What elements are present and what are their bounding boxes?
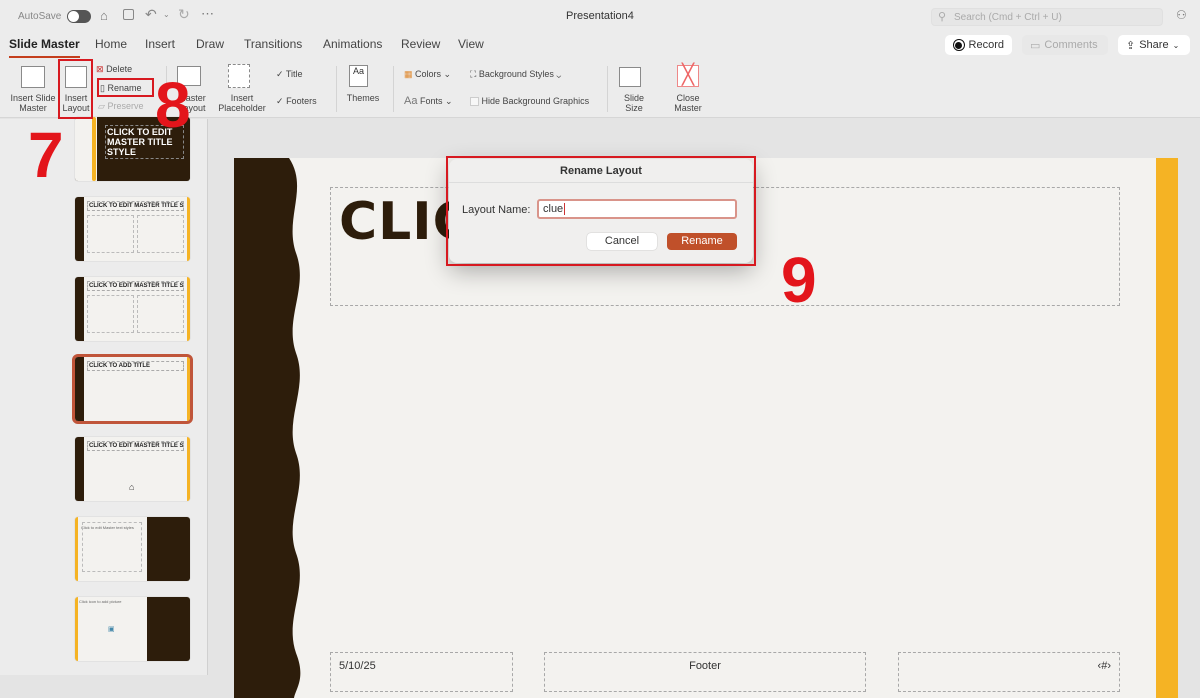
footer-text: Footer	[689, 660, 721, 672]
insert-placeholder-icon	[228, 64, 250, 88]
share-label: Share	[1139, 39, 1169, 51]
thumbnail-layout[interactable]: CLICK TO EDIT MASTER TITLE STYLE ⌂	[75, 437, 190, 501]
thumbnail-title: CLICK TO ADD TITLE	[87, 361, 184, 371]
comment-icon: ▭	[1030, 39, 1041, 52]
thumbnail-layout[interactable]: CLICK TO EDIT MASTER TITLE STYLE	[75, 197, 190, 261]
save-icon[interactable]	[123, 9, 134, 20]
home-icon: ⌂	[129, 482, 135, 492]
tab-draw[interactable]: Draw	[196, 37, 224, 51]
fonts-icon: Aa	[404, 95, 418, 107]
thumbnail-title: CLICK TO EDIT MASTER TITLE STYLE	[87, 281, 184, 291]
colors-icon: ▦	[404, 69, 413, 79]
close-master-button[interactable]: Close Master	[668, 93, 708, 113]
autosave-label: AutoSave	[18, 11, 62, 22]
annotation-box-insert-layout	[58, 59, 93, 119]
checkmark-icon: ✓	[276, 96, 284, 106]
thumbnail-title: Click icon to add picture	[79, 599, 122, 604]
themes-icon: Aa	[349, 65, 368, 87]
annotation-step-9: 9	[781, 244, 817, 316]
share-icon: ⇪	[1126, 39, 1136, 52]
tab-review[interactable]: Review	[401, 37, 440, 51]
background-styles-dropdown[interactable]: ⛶ Background Styles ⌄	[470, 69, 561, 79]
slide-thumbnail-panel[interactable]: CLICK TO EDIT MASTER TITLE STYLE CLICK T…	[0, 117, 208, 675]
annotation-box-dialog	[446, 156, 756, 266]
checkmark-icon: ✓	[276, 69, 284, 79]
delete-button[interactable]: ⊠ Delete	[96, 64, 132, 74]
background-styles-icon: ⛶	[470, 69, 477, 79]
footer-placeholder[interactable]: Footer	[544, 652, 866, 692]
tab-home[interactable]: Home	[95, 37, 127, 51]
yellow-accent-bar	[1156, 158, 1178, 698]
thumbnail-title: CLICK TO EDIT MASTER TITLE STYLE	[87, 201, 184, 211]
redo-icon[interactable]: ↻	[178, 6, 190, 23]
slide-size-button[interactable]: Slide Size	[615, 93, 653, 113]
undo-icon[interactable]: ↶	[145, 6, 157, 23]
tab-transitions[interactable]: Transitions	[244, 37, 302, 51]
date-text: 5/10/25	[339, 660, 376, 672]
preserve-icon: ▱	[98, 101, 105, 111]
annotation-box-rename	[97, 78, 154, 97]
tab-slide-master[interactable]: Slide Master	[9, 37, 80, 58]
thumbnail-layout[interactable]: CLICK TO EDIT MASTER TITLE STYLE	[75, 277, 190, 341]
search-icon: ⚲	[938, 11, 947, 23]
undo-dropdown-icon[interactable]: ⌄	[163, 10, 170, 19]
thumbnail-layout[interactable]: Click icon to add picture ▣	[75, 597, 190, 661]
title-bar: AutoSave ⌂ ↶ ⌄ ↻ ⋯ Presentation4 ⚲ Searc…	[0, 0, 1200, 34]
page-number-placeholder[interactable]: ‹#›	[898, 652, 1120, 692]
fonts-dropdown[interactable]: Aa Fonts ⌄	[404, 95, 453, 107]
insert-slide-master-icon	[21, 66, 45, 88]
picture-icon: ▣	[108, 626, 115, 633]
wavy-brown-band	[234, 158, 301, 698]
more-icon[interactable]: ⋯	[201, 6, 214, 22]
chevron-down-icon: ⌄	[1172, 40, 1180, 50]
themes-button[interactable]: Themes	[344, 93, 382, 103]
ribbon-tabs: Slide Master Home Insert Draw Transition…	[0, 34, 1200, 60]
hide-background-graphics-checkbox[interactable]: Hide Background Graphics	[470, 96, 589, 107]
slide-size-icon	[619, 67, 641, 87]
tab-view[interactable]: View	[458, 37, 484, 51]
search-placeholder: Search (Cmd + Ctrl + U)	[954, 12, 1062, 23]
date-placeholder[interactable]: 5/10/25	[330, 652, 513, 692]
autosave-toggle[interactable]	[67, 10, 91, 23]
record-label: Record	[968, 39, 1004, 51]
tab-animations[interactable]: Animations	[323, 37, 382, 51]
collaborate-icon[interactable]: ⚇	[1176, 8, 1187, 22]
comments-label: Comments	[1044, 39, 1098, 51]
thumbnail-title: CLICK TO EDIT MASTER TITLE STYLE	[87, 441, 184, 451]
colors-dropdown[interactable]: ▦ Colors ⌄	[404, 69, 451, 79]
comments-button[interactable]: ▭ Comments	[1022, 35, 1108, 55]
annotation-step-8: 8	[155, 69, 191, 141]
title-checkbox[interactable]: ✓ Title	[276, 69, 303, 79]
record-button[interactable]: Record	[945, 35, 1012, 55]
thumbnail-layout-selected[interactable]: CLICK TO ADD TITLE	[72, 354, 193, 424]
delete-icon: ⊠	[96, 64, 104, 74]
page-number-text: ‹#›	[1097, 660, 1111, 672]
thumbnail-layout[interactable]: Click to edit Master text styles	[75, 517, 190, 581]
preserve-button[interactable]: ▱ Preserve	[98, 101, 143, 111]
tab-insert[interactable]: Insert	[145, 37, 175, 51]
insert-placeholder-button[interactable]: Insert Placeholder	[214, 93, 270, 113]
record-icon	[953, 39, 965, 51]
window-title: Presentation4	[566, 10, 634, 22]
insert-slide-master-button[interactable]: Insert Slide Master	[6, 93, 60, 113]
annotation-step-7: 7	[28, 119, 64, 191]
share-button[interactable]: ⇪ Share ⌄	[1118, 35, 1190, 55]
close-master-icon: ╳	[677, 65, 699, 87]
footers-checkbox[interactable]: ✓ Footers	[276, 96, 317, 106]
search-input[interactable]: ⚲ Search (Cmd + Ctrl + U)	[931, 8, 1163, 26]
home-icon[interactable]: ⌂	[100, 8, 108, 23]
